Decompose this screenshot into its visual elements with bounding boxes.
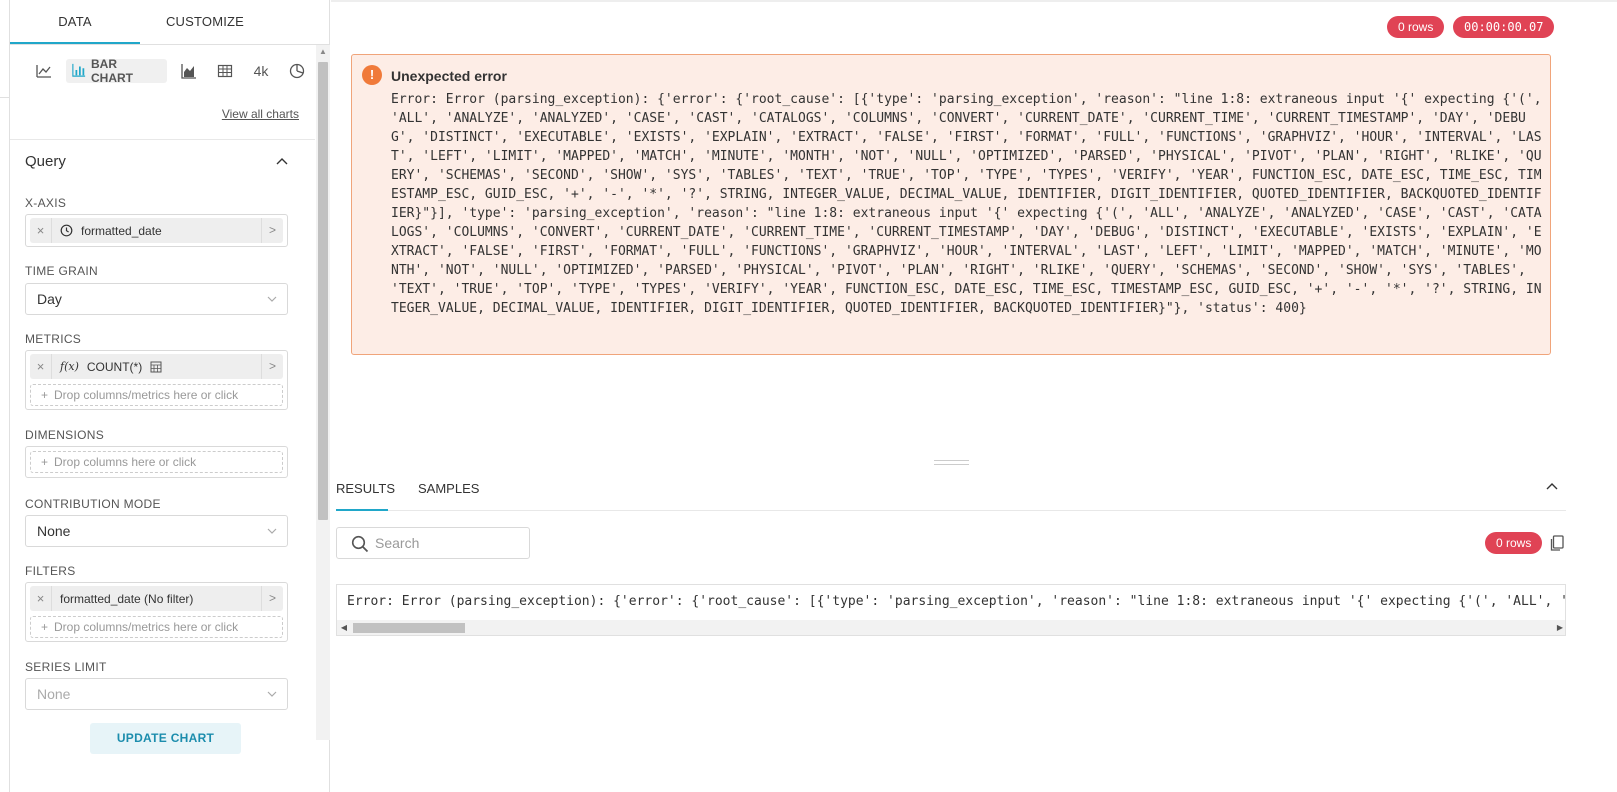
pie-chart-icon[interactable]	[279, 59, 315, 83]
tab-samples[interactable]: SAMPLES	[418, 475, 479, 511]
x-axis-field: × formatted_date >	[25, 214, 288, 247]
metrics-drop-text: Drop columns/metrics here or click	[54, 388, 239, 402]
x-axis-pill[interactable]: × formatted_date >	[30, 218, 283, 243]
dimensions-field: + Drop columns here or click	[25, 446, 288, 478]
left-nav-sliver	[0, 0, 10, 792]
metric-pill[interactable]: × f(x) COUNT(*) >	[30, 354, 283, 379]
x-axis-value: formatted_date	[81, 223, 162, 238]
scroll-left-arrow[interactable]: ◀	[337, 620, 351, 635]
time-grain-label: TIME GRAIN	[25, 264, 99, 278]
results-error-text: Error: Error (parsing_exception): {'erro…	[347, 594, 1565, 609]
results-error-row: Error: Error (parsing_exception): {'erro…	[336, 584, 1566, 636]
remove-metric-icon[interactable]: ×	[30, 354, 52, 379]
app-root: DATA CUSTOMIZE BAR CHART 4k View all cha…	[0, 0, 1617, 792]
metrics-label: METRICS	[25, 332, 82, 346]
chart-type-picker: BAR CHART 4k	[10, 45, 315, 97]
dimensions-label: DIMENSIONS	[25, 428, 105, 442]
contribution-mode-label: CONTRIBUTION MODE	[25, 497, 161, 511]
chevron-up-icon[interactable]	[275, 155, 289, 169]
control-panel: DATA CUSTOMIZE BAR CHART 4k View all cha…	[10, 0, 330, 792]
resize-handle[interactable]	[934, 460, 969, 465]
plus-icon: +	[41, 455, 49, 469]
search-icon	[351, 535, 369, 553]
metrics-drop-zone[interactable]: + Drop columns/metrics here or click	[30, 384, 283, 406]
dimensions-drop-zone[interactable]: + Drop columns here or click	[30, 451, 283, 473]
dimensions-drop-text: Drop columns here or click	[54, 455, 197, 469]
metric-value: COUNT(*)	[86, 359, 143, 374]
metrics-field: × f(x) COUNT(*) > + Drop columns/metrics …	[25, 350, 288, 410]
remove-filter-icon[interactable]: ×	[30, 586, 52, 611]
horizontal-scrollbar[interactable]: ◀ ▶	[337, 620, 1565, 635]
tab-customize[interactable]: CUSTOMIZE	[140, 0, 270, 44]
filter-expand-icon[interactable]: >	[261, 586, 283, 611]
big-number-button[interactable]: 4k	[243, 59, 279, 83]
series-limit-placeholder: None	[37, 686, 71, 702]
filter-pill[interactable]: × formatted_date (No filter) >	[30, 586, 283, 611]
series-limit-select[interactable]: None	[25, 678, 288, 710]
scroll-up-arrow[interactable]: ▲	[316, 45, 330, 59]
filters-drop-text: Drop columns/metrics here or click	[54, 620, 239, 634]
clock-icon	[60, 224, 73, 237]
time-grain-select[interactable]: Day	[25, 283, 288, 315]
table-icon[interactable]	[207, 59, 243, 83]
timer-badge: 00:00:00.07	[1453, 16, 1555, 38]
line-chart-icon[interactable]	[26, 59, 62, 83]
filter-value: formatted_date (No filter)	[60, 591, 194, 606]
remove-x-axis-icon[interactable]: ×	[30, 218, 52, 243]
error-alert: ! Unexpected error Error: Error (parsing…	[351, 54, 1551, 355]
horizontal-scroll-thumb[interactable]	[353, 623, 465, 633]
view-all-charts-link[interactable]: View all charts	[222, 107, 299, 121]
results-rows-badge: 0 rows	[1485, 532, 1543, 554]
tab-results[interactable]: RESULTS	[336, 475, 395, 511]
contribution-mode-value: None	[37, 523, 71, 539]
plus-icon: +	[41, 620, 49, 634]
rows-badge: 0 rows	[1387, 16, 1445, 38]
metric-expand-icon[interactable]: >	[261, 354, 283, 379]
search-box	[336, 527, 530, 559]
search-input[interactable]	[375, 533, 525, 553]
scroll-right-arrow[interactable]: ▶	[1553, 620, 1565, 635]
scrollbar-thumb[interactable]	[318, 62, 328, 520]
panel-scrollbar[interactable]: ▲	[316, 45, 330, 740]
bar-chart-button[interactable]: BAR CHART	[66, 57, 167, 85]
chevron-up-icon[interactable]	[1545, 480, 1559, 494]
update-chart-button[interactable]: UPDATE CHART	[90, 723, 241, 754]
filters-drop-zone[interactable]: + Drop columns/metrics here or click	[30, 616, 283, 638]
x-axis-expand-icon[interactable]: >	[261, 218, 283, 243]
query-section-title[interactable]: Query	[25, 153, 66, 170]
panel-scroll-area: BAR CHART 4k View all charts Query X-AXI…	[10, 45, 315, 792]
tab-data[interactable]: DATA	[10, 0, 140, 44]
filters-label: FILTERS	[25, 564, 76, 578]
error-message: Error: Error (parsing_exception): {'erro…	[391, 92, 1542, 316]
plus-icon: +	[41, 388, 49, 402]
main-area: 0 rows 00:00:00.07 ! Unexpected error Er…	[331, 0, 1617, 792]
area-chart-icon[interactable]	[171, 59, 207, 83]
error-title: Unexpected error	[391, 68, 507, 84]
warning-icon: !	[362, 65, 382, 85]
x-axis-label: X-AXIS	[25, 196, 67, 210]
results-tabs: RESULTS SAMPLES	[336, 475, 1566, 511]
chevron-down-icon	[267, 296, 277, 302]
bar-chart-icon	[72, 63, 86, 80]
contribution-mode-select[interactable]: None	[25, 515, 288, 547]
filters-field: × formatted_date (No filter) > + Drop col…	[25, 582, 288, 642]
chevron-down-icon	[267, 691, 277, 697]
bar-chart-label: BAR CHART	[91, 57, 133, 85]
function-icon: f(x)	[60, 360, 79, 373]
panel-tabs: DATA CUSTOMIZE	[10, 0, 329, 45]
copy-icon[interactable]	[1550, 535, 1564, 551]
chevron-down-icon	[267, 528, 277, 534]
series-limit-label: SERIES LIMIT	[25, 660, 107, 674]
time-grain-value: Day	[37, 291, 62, 307]
calculator-icon	[150, 361, 162, 373]
